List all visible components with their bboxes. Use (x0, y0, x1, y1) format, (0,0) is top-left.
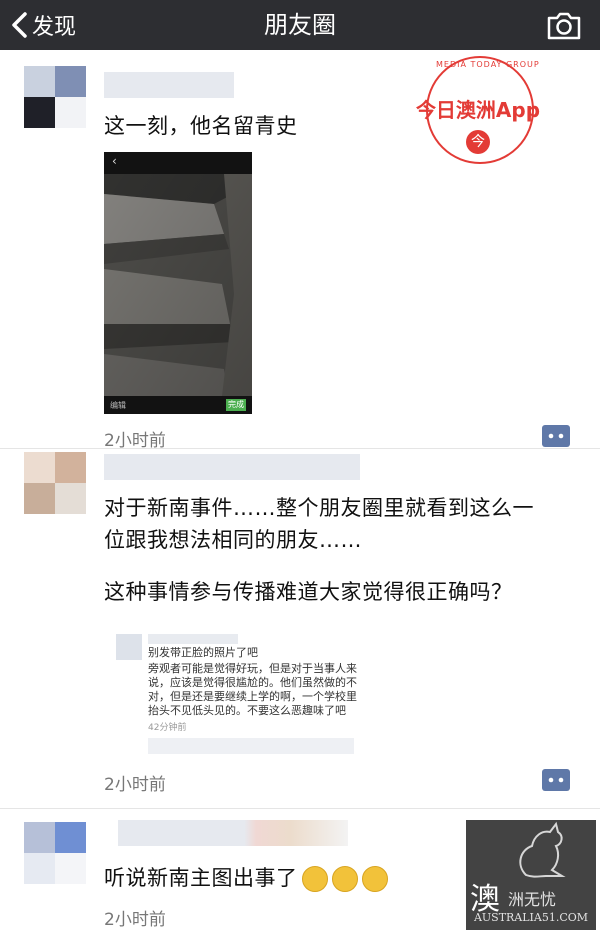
video-edit-label: 编辑 (110, 401, 126, 410)
stamp-icon: 今 (466, 130, 490, 154)
post-time: 2小时前 (104, 910, 166, 930)
embed-avatar-blurred (116, 634, 142, 660)
watermark-stamp: MEDIA TODAY GROUP 今日澳洲App 今 (398, 50, 558, 170)
embedded-screenshot[interactable]: 别发带正脸的照片了吧 旁观者可能是觉得好玩，但是对于当事人来 说，应该是觉得很尴… (108, 626, 364, 758)
embed-text-line: 别发带正脸的照片了吧 (148, 646, 258, 659)
embed-text-line: 对，但是还是要继续上学的啊，一个学校里 (148, 690, 357, 703)
kangaroo-icon (519, 821, 566, 878)
avatar[interactable] (24, 452, 86, 514)
stamp-brand: 今日澳洲App (415, 98, 541, 122)
user-name-blurred[interactable] (104, 72, 234, 98)
embed-name-blurred (148, 634, 238, 644)
camera-icon[interactable] (546, 10, 582, 40)
watermark-corner-logo: 澳 洲无忧 AUSTRALIA51.COM (466, 820, 596, 930)
post-text: 听说新南主图出事了 (104, 866, 298, 890)
embed-time: 42分钟前 (148, 723, 187, 733)
avatar[interactable] (24, 66, 86, 128)
post-text-line: 听说新南主图出事了 (104, 860, 388, 896)
play-icon (71, 274, 81, 286)
page-title: 朋友圈 (264, 11, 336, 39)
corner-logo-domain: AUSTRALIA51.COM (473, 911, 589, 924)
divider (0, 448, 600, 449)
stamp-ring-text: MEDIA TODAY GROUP (436, 60, 540, 69)
post-time: 2小时前 (104, 775, 166, 795)
embed-text-line: 说，应该是觉得很尴尬的。他们虽然做的不 (148, 676, 357, 689)
video-back-icon: ‹ (112, 154, 117, 168)
comment-icon[interactable] (542, 425, 570, 447)
laugh-cry-emoji-icon (361, 866, 388, 892)
post-text-line: 对于新南事件……整个朋友圈里就看到这么一 (104, 496, 534, 520)
corner-logo-text: 洲无忧 (508, 890, 557, 909)
video-bottom-bar: 编辑 完成 (104, 396, 252, 414)
divider (0, 808, 600, 809)
video-scene (104, 174, 252, 396)
laugh-cry-emoji-icon (331, 866, 358, 892)
comment-icon[interactable] (542, 769, 570, 791)
laugh-cry-emoji-icon (301, 866, 328, 892)
post-text: 这一刻，他名留青史 (104, 114, 298, 138)
play-button[interactable] (60, 266, 92, 298)
video-top-bar: ‹ (104, 152, 252, 174)
user-name-blurred[interactable] (118, 820, 348, 846)
avatar[interactable] (24, 822, 86, 884)
embed-footer-blurred (148, 738, 354, 754)
user-name-blurred[interactable] (104, 454, 360, 480)
embed-text-line: 抬头不见低头见的。不要这么恶趣味了吧 (148, 704, 346, 717)
embed-text-line: 旁观者可能是觉得好玩，但是对于当事人来 (148, 662, 357, 675)
video-thumbnail[interactable]: ‹ 编辑 完成 (104, 152, 252, 414)
video-done-label: 完成 (226, 399, 246, 411)
post-text-line: 这种事情参与传播难道大家觉得很正确吗？ (104, 580, 513, 604)
nav-bar: 发现 朋友圈 (0, 0, 600, 50)
post-text-line: 位跟我想法相同的朋友…… (104, 528, 362, 552)
